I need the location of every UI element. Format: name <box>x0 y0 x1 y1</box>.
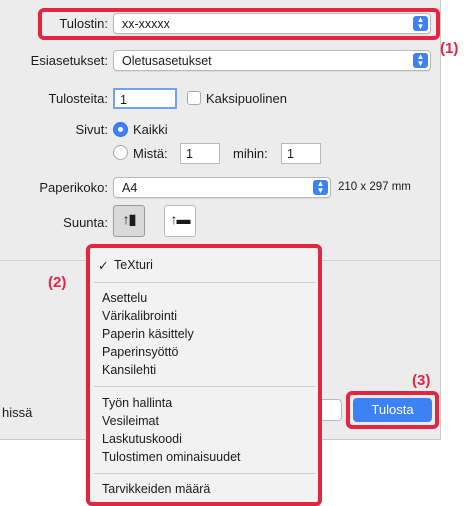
paper-size-label: Paperikoko: <box>39 180 108 195</box>
orientation-label: Suunta: <box>63 215 108 230</box>
pages-all-label: Kaikki <box>133 122 168 137</box>
pages-range-radio[interactable] <box>113 145 128 160</box>
pages-from-label: Mistä: <box>133 146 168 161</box>
callout-1-frame <box>38 8 440 40</box>
menu-item-supply-levels[interactable]: Tarvikkeiden määrä <box>102 482 210 496</box>
landscape-icon: ↑▬ <box>170 211 191 227</box>
menu-item-cover-page[interactable]: Kansilehti <box>102 363 156 377</box>
menu-item-texturi[interactable]: TeXturi <box>114 258 153 272</box>
pages-from-value: 1 <box>186 147 193 161</box>
paper-size-value: A4 <box>122 181 138 195</box>
paper-size-select[interactable]: A4 ▲ ▼ <box>113 177 331 198</box>
portrait-orientation-button[interactable]: ↑▮ <box>113 205 145 237</box>
callout-1-label: (1) <box>440 40 459 57</box>
copies-value: 1 <box>120 93 127 107</box>
menu-item-layout[interactable]: Asettelu <box>102 291 147 305</box>
callout-3-frame <box>346 391 439 429</box>
menu-item-paper-feed[interactable]: Paperinsyöttö <box>102 345 178 359</box>
menu-item-watermarks[interactable]: Vesileimat <box>102 414 159 428</box>
pages-to-label: mihin: <box>233 146 268 161</box>
pages-all-radio[interactable] <box>113 122 128 137</box>
duplex-checkbox[interactable] <box>187 91 201 105</box>
print-options-menu: ✓ TeXturi Asettelu Värikalibrointi Paper… <box>86 244 322 506</box>
menu-separator <box>94 386 316 387</box>
callout-2-label: (2) <box>48 274 67 291</box>
menu-item-printer-features[interactable]: Tulostimen ominaisuudet <box>102 450 241 464</box>
menu-item-color-calibration[interactable]: Värikalibrointi <box>102 309 177 323</box>
copies-input[interactable]: 1 <box>113 88 177 109</box>
duplex-label: Kaksipuolinen <box>206 91 287 106</box>
pages-label: Sivut: <box>75 122 108 137</box>
pages-to-input[interactable]: 1 <box>281 143 321 164</box>
menu-item-paper-handling[interactable]: Paperin käsittely <box>102 327 194 341</box>
copies-label: Tulosteita: <box>48 91 109 106</box>
menu-separator <box>94 473 316 474</box>
callout-3-label: (3) <box>412 372 431 389</box>
portrait-icon: ↑▮ <box>122 211 137 227</box>
chevron-updown-icon: ▲ ▼ <box>413 53 428 68</box>
pages-from-input[interactable]: 1 <box>180 143 220 164</box>
bottom-left-text: hissä <box>2 405 33 420</box>
menu-separator <box>94 282 316 283</box>
presets-label: Esiasetukset: <box>30 53 108 68</box>
presets-value: Oletusasetukset <box>122 54 212 68</box>
chevron-updown-icon: ▲ ▼ <box>313 180 328 195</box>
menu-check-icon: ✓ <box>98 259 109 273</box>
landscape-orientation-button[interactable]: ↑▬ <box>164 205 196 237</box>
menu-item-billing-code[interactable]: Laskutuskoodi <box>102 432 182 446</box>
presets-select[interactable]: Oletusasetukset ▲ ▼ <box>113 50 431 71</box>
pages-to-value: 1 <box>287 147 294 161</box>
paper-dimensions: 210 x 297 mm <box>338 181 411 193</box>
menu-item-job-handling[interactable]: Työn hallinta <box>102 396 172 410</box>
